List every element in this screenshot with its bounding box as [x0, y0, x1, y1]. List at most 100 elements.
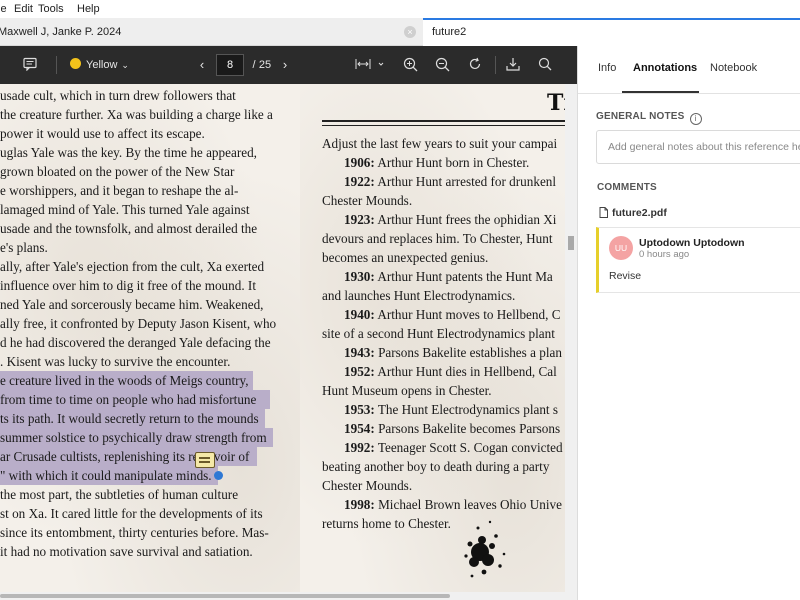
- selection-handle[interactable]: [214, 471, 223, 480]
- timeline-text: Parsons Bakelite establishes a plan: [374, 345, 562, 360]
- close-icon[interactable]: ×: [404, 26, 416, 38]
- heading-rule: [322, 125, 565, 126]
- menu-help[interactable]: Help: [77, 3, 100, 15]
- comment-text: Revise: [609, 270, 642, 282]
- fit-width-button[interactable]: [352, 54, 388, 76]
- timeline-line: 1930: Arthur Hunt patents the Hunt Ma: [344, 267, 553, 286]
- timeline-line: Adjust the last few years to suit your c…: [322, 134, 557, 153]
- text-line: lamaged mind of Yale. This turned Yale a…: [0, 202, 250, 217]
- chevron-down-icon: ⌄: [121, 60, 129, 70]
- timeline-line: returns home to Chester.: [322, 514, 451, 533]
- comment-icon[interactable]: [20, 54, 40, 76]
- timeline-line: Chester Mounds.: [322, 191, 412, 210]
- next-page-button[interactable]: ›: [277, 54, 293, 76]
- tab-annotations[interactable]: Annotations: [633, 62, 697, 74]
- timeline-text: site of a second Hunt Electrodynamics pl…: [322, 326, 555, 341]
- highlighted-text-line: " with which it could manipulate minds.: [0, 466, 218, 485]
- annotations-panel: Info Annotations Notebook GENERAL NOTES i…: [577, 46, 800, 600]
- zoom-in-icon[interactable]: [400, 54, 420, 76]
- timeline-line: Hunt Museum opens in Chester.: [322, 381, 492, 400]
- pdf-viewer[interactable]: usade cult, which in turn drew followers…: [0, 84, 577, 600]
- timeline-line: 1923: Arthur Hunt frees the ophidian Xi: [344, 210, 556, 229]
- tab-label: future2: [432, 26, 467, 38]
- total-pages: 25: [258, 59, 272, 71]
- info-icon[interactable]: i: [689, 113, 702, 125]
- zoom-out-icon[interactable]: [432, 54, 452, 76]
- timeline-year: 1940:: [344, 307, 375, 322]
- color-swatch-icon: [70, 58, 81, 69]
- scrollbar-thumb[interactable]: [568, 236, 574, 250]
- avatar: UU: [609, 236, 633, 260]
- timeline-line: and launches Hunt Electrodynamics.: [322, 286, 515, 305]
- comment-timestamp: 0 hours ago: [639, 249, 690, 260]
- timeline-line: devours and replaces him. To Chester, Hu…: [322, 229, 553, 248]
- timeline-line: becomes an unexpected genius.: [322, 248, 488, 267]
- comment-file-row: future2.pdf: [599, 207, 667, 219]
- timeline-year: 1943:: [344, 345, 375, 360]
- heading-rule: [322, 120, 565, 122]
- general-notes-heading: GENERAL NOTES i: [596, 111, 702, 125]
- scrollbar-thumb[interactable]: [0, 594, 450, 598]
- menu-edit[interactable]: Edit: [14, 3, 33, 15]
- timeline-line: Chester Mounds.: [322, 476, 412, 495]
- timeline-year: 1998:: [344, 497, 375, 512]
- text-line: it had no motivation save survival and s…: [0, 544, 253, 559]
- vertical-scrollbar[interactable]: [565, 84, 577, 592]
- text-line: power it would use to affect its escape.: [0, 126, 205, 141]
- text-line: since its entombment, thirty centuries b…: [0, 525, 269, 540]
- tab-notebook[interactable]: Notebook: [710, 62, 757, 74]
- menu-tools[interactable]: Tools: [38, 3, 64, 15]
- highlight-color-select[interactable]: Yellow ⌄: [70, 54, 136, 76]
- comment-card[interactable]: UU Uptodown Uptodown 0 hours ago Revise: [596, 227, 800, 293]
- text-line: uglas Yale was the key. By the time he a…: [0, 145, 257, 160]
- timeline-text: Teenager Scott S. Cogan convicted: [374, 440, 563, 455]
- highlighted-text-line: from time to time on people who had misf…: [0, 390, 270, 409]
- prev-page-button[interactable]: ‹: [194, 54, 210, 76]
- pdf-toolbar: Yellow ⌄ ‹ 8 / 25 ›: [0, 46, 577, 84]
- text-line: d he had discovered the deranged Yale de…: [0, 335, 271, 350]
- text-line: the creature further. Xa was building a …: [0, 107, 273, 122]
- general-notes-input[interactable]: Add general notes about this reference h…: [596, 130, 800, 164]
- download-icon[interactable]: [503, 54, 523, 76]
- pdf-page-right: Ti Adjust the last few years to suit you…: [300, 84, 565, 592]
- timeline-text: and launches Hunt Electrodynamics.: [322, 288, 516, 303]
- highlighted-text-line: ts its path. It would secretly return to…: [0, 409, 265, 428]
- text-line: st on Xa. It cared little for the develo…: [0, 506, 263, 521]
- tab-strip: Maxwell J, Janke P. 2024 × future2: [0, 18, 800, 46]
- timeline-year: 1923:: [344, 212, 375, 227]
- comments-label: COMMENTS: [597, 182, 657, 193]
- text-line: grown bloated on the power of the New St…: [0, 164, 235, 179]
- highlighted-text-line: ar Crusade cultists, replenishing its re…: [0, 447, 257, 466]
- comment-author: Uptodown Uptodown: [639, 237, 745, 249]
- page-number-input[interactable]: 8: [216, 54, 244, 76]
- pdf-page-left: usade cult, which in turn drew followers…: [0, 84, 300, 592]
- search-icon[interactable]: [535, 54, 555, 76]
- text-line: e's plans.: [0, 240, 48, 255]
- text-line: ned Yale and sorcerously became him. Wea…: [0, 297, 264, 312]
- timeline-year: 1992:: [344, 440, 375, 455]
- timeline-line: 1953: The Hunt Electrodynamics plant s: [344, 400, 558, 419]
- page-heading: Ti: [547, 90, 565, 116]
- panel-tabs: Info Annotations Notebook: [578, 46, 800, 94]
- timeline-text: The Hunt Electrodynamics plant s: [374, 402, 559, 417]
- rotate-icon[interactable]: [465, 54, 485, 76]
- active-tab-indicator: [622, 91, 699, 93]
- highlighted-text-line: e creature lived in the woods of Meigs c…: [0, 371, 253, 390]
- menu-file[interactable]: le: [0, 3, 7, 15]
- timeline-line: 1998: Michael Brown leaves Ohio Unive: [344, 495, 562, 514]
- timeline-text: devours and replaces him. To Chester, Hu…: [322, 231, 553, 246]
- tab-maxwell[interactable]: Maxwell J, Janke P. 2024 ×: [0, 18, 423, 46]
- general-notes-label: GENERAL NOTES: [596, 111, 685, 122]
- tab-label: Maxwell J, Janke P. 2024: [0, 26, 122, 38]
- timeline-text: beating another boy to death during a pa…: [322, 459, 550, 474]
- tab-info[interactable]: Info: [598, 62, 616, 74]
- text-line: usade and the townsfolk, and almost dera…: [0, 221, 258, 236]
- timeline-text: Arthur Hunt arrested for drunkenl: [374, 174, 557, 189]
- horizontal-scrollbar[interactable]: [0, 592, 577, 600]
- text-line: the most part, the subtleties of human c…: [0, 487, 239, 502]
- timeline-line: site of a second Hunt Electrodynamics pl…: [322, 324, 555, 343]
- tab-future2[interactable]: future2: [423, 18, 800, 46]
- timeline-text: returns home to Chester.: [322, 516, 451, 531]
- sticky-note-icon[interactable]: [195, 452, 215, 468]
- timeline-text: Arthur Hunt patents the Hunt Ma: [374, 269, 553, 284]
